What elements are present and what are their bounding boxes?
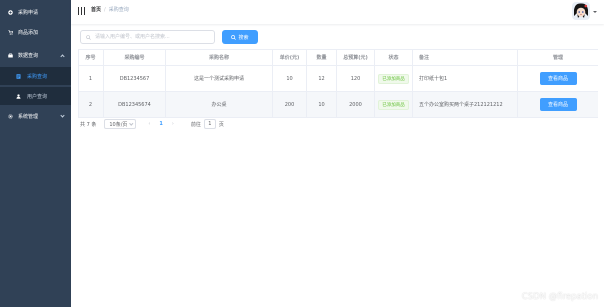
sidebar-sub-label: 用户查询 [27,93,48,100]
sidebar-item-user-query[interactable]: 用户查询 [0,87,71,105]
cart-icon [8,29,13,35]
sidebar-item-data-query[interactable]: 数据查询 [0,46,71,64]
prev-page-button[interactable]: ‹ [148,121,150,127]
cell-index: 1 [78,66,104,91]
cell-actions: 查看商品 [518,66,598,91]
chevron-down-icon [129,121,133,126]
cell-name: 办公桌 [166,92,273,117]
cell-price: 200 [273,92,307,117]
sidebar-item-system-admin[interactable]: 系统管理 [0,107,71,125]
table-row: 1 DB1234567 这是一个测试采购申请 10 12 120 已添加商品 打… [78,66,598,92]
user-icon [16,93,21,99]
chevron-up-icon [60,54,65,59]
cell-quantity: 10 [307,92,337,117]
sidebar: 采购申请 商品添加 数据查询 采购查询 用户查询 系统管理 [0,0,71,307]
avatar[interactable] [572,2,590,20]
sidebar-item-label: 数据查询 [18,52,39,59]
column-header: 备注 [413,49,518,65]
search-input-wrapper [80,30,215,44]
pagination-total: 共 7 条 [80,121,97,128]
column-header: 数量 [307,49,337,65]
breadcrumb: 首页 / 采购查询 [91,6,129,13]
breadcrumb-current: 采购查询 [108,7,129,13]
cell-actions: 查看商品 [518,92,598,117]
cell-budget: 120 [337,66,375,91]
sidebar-item-purchase-apply[interactable]: 采购申请 [0,3,71,21]
hamburger-icon[interactable] [78,7,85,15]
sidebar-item-label: 系统管理 [18,113,39,120]
cell-index: 2 [78,92,104,117]
status-badge: 已添加商品 [378,73,409,84]
page-size-value: 10条/页 [109,121,128,128]
cell-code: DB1234567 [104,66,166,91]
circle-plus-icon [8,9,13,15]
search-button[interactable]: 搜索 [222,30,258,44]
status-badge: 已添加商品 [378,99,409,110]
breadcrumb-home[interactable]: 首页 [91,7,101,13]
sidebar-item-label: 采购申请 [18,9,39,16]
cell-code: DB12345674 [104,92,166,117]
watermark: CSDN @firepation [521,292,598,302]
column-header: 状态 [375,49,413,65]
goto-label: 前往 [190,121,201,128]
page-suffix: 页 [218,121,224,128]
search-icon [86,34,91,40]
table-row: 2 DB12345674 办公桌 200 10 2000 已添加商品 五个办公室… [78,92,598,118]
search-icon [231,34,237,40]
page-number-current[interactable]: 1 [159,121,162,127]
breadcrumb-separator: / [104,7,106,13]
briefcase-icon [8,52,13,58]
next-page-button[interactable]: › [172,121,174,127]
top-navbar: 首页 / 采购查询 [71,0,604,24]
goto-page-input[interactable]: 1 [203,119,216,129]
column-header: 管理 [552,54,563,61]
cell-name: 这是一个测试采购申请 [166,66,273,91]
cell-status: 已添加商品 [375,66,413,91]
sidebar-item-label: 商品添加 [18,29,39,36]
view-products-button[interactable]: 查看商品 [539,98,577,111]
gear-icon [8,113,13,119]
document-icon [16,73,21,79]
caret-down-icon[interactable] [593,11,597,13]
column-header: 总预算(元) [337,49,375,65]
column-header: 序号 [78,49,104,65]
column-header: 单价(元) [273,49,307,65]
sidebar-sub-label: 采购查询 [27,73,48,80]
sidebar-item-product-add[interactable]: 商品添加 [0,23,71,41]
cell-remark: 打印纸十包1 [413,66,518,91]
cell-remark: 五个办公室购买两个桌子212121212 [413,92,518,117]
search-button-label: 搜索 [238,34,249,41]
cell-status: 已添加商品 [375,92,413,117]
cell-budget: 2000 [337,92,375,117]
column-header: 采购编号 [104,49,166,65]
cell-price: 10 [273,66,307,91]
column-header: 采购名称 [166,49,273,65]
view-products-button[interactable]: 查看商品 [539,72,577,85]
pagination: 共 7 条 10条/页 ‹ 1 › 前往 1 页 [80,118,224,130]
sidebar-item-purchase-query[interactable]: 采购查询 [0,67,71,85]
cell-quantity: 12 [307,66,337,91]
page-size-select[interactable]: 10条/页 [104,119,137,129]
table-header: 序号 采购编号 采购名称 单价(元) 数量 总预算(元) 状态 备注 管理 [78,49,598,66]
chevron-down-icon [60,113,65,118]
goto-page-value: 1 [208,121,212,127]
search-input[interactable] [95,31,214,43]
